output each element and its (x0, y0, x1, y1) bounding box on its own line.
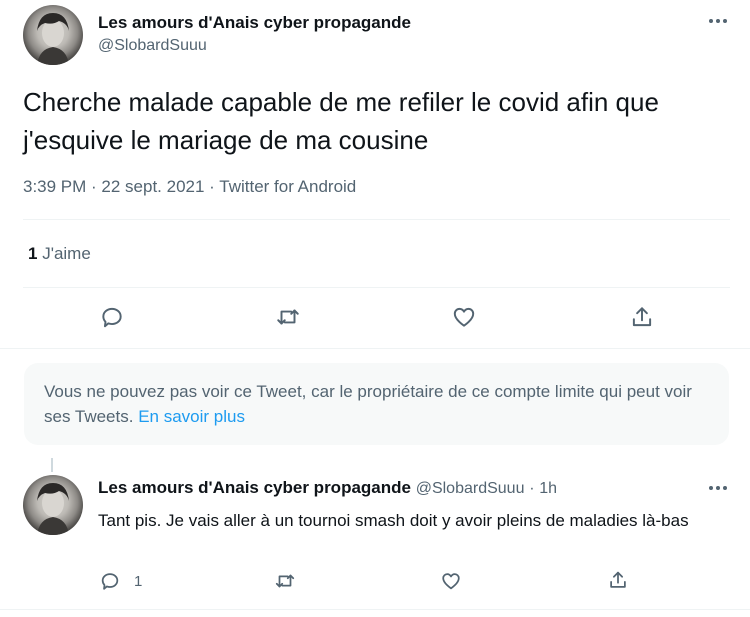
separator: · (529, 480, 535, 497)
share-icon[interactable] (629, 304, 655, 330)
more-icon[interactable] (709, 486, 727, 490)
more-icon[interactable] (709, 19, 727, 23)
divider (23, 219, 730, 220)
like-icon[interactable] (451, 304, 477, 330)
reply-icon[interactable] (99, 304, 125, 330)
reply-icon[interactable] (99, 570, 121, 592)
thread-line (51, 458, 53, 472)
divider (0, 609, 750, 610)
reply-author-handle[interactable]: @SlobardSuuu (416, 480, 525, 497)
divider (23, 287, 730, 288)
share-icon[interactable] (607, 569, 629, 591)
protected-tweet-notice: Vous ne pouvez pas voir ce Tweet, car le… (24, 363, 729, 445)
reply-header: Les amours d'Anais cyber propagande @Slo… (98, 478, 557, 498)
avatar[interactable] (23, 475, 83, 535)
like-icon[interactable] (440, 570, 462, 592)
likes-number: 1 (28, 244, 38, 263)
author-handle[interactable]: @SlobardSuuu (98, 37, 207, 55)
learn-more-link[interactable]: En savoir plus (138, 407, 245, 426)
reply-time[interactable]: 1h (539, 480, 557, 497)
tweet-text: Cherche malade capable de me refiler le … (23, 87, 659, 155)
divider (0, 348, 750, 349)
likes-label: J'aime (42, 244, 91, 263)
author-name[interactable]: Les amours d'Anais cyber propagande (98, 13, 411, 33)
reply-count: 1 (134, 573, 143, 590)
avatar[interactable] (23, 5, 83, 65)
reply-text: Tant pis. Je vais aller à un tournoi sma… (98, 511, 689, 530)
reply-author-name[interactable]: Les amours d'Anais cyber propagande (98, 478, 411, 497)
retweet-icon[interactable] (275, 304, 301, 330)
tweet-timestamp[interactable]: 3:39 PM · 22 sept. 2021 · Twitter for An… (23, 177, 356, 197)
likes-count[interactable]: 1 J'aime (28, 244, 91, 264)
retweet-icon[interactable] (274, 570, 296, 592)
